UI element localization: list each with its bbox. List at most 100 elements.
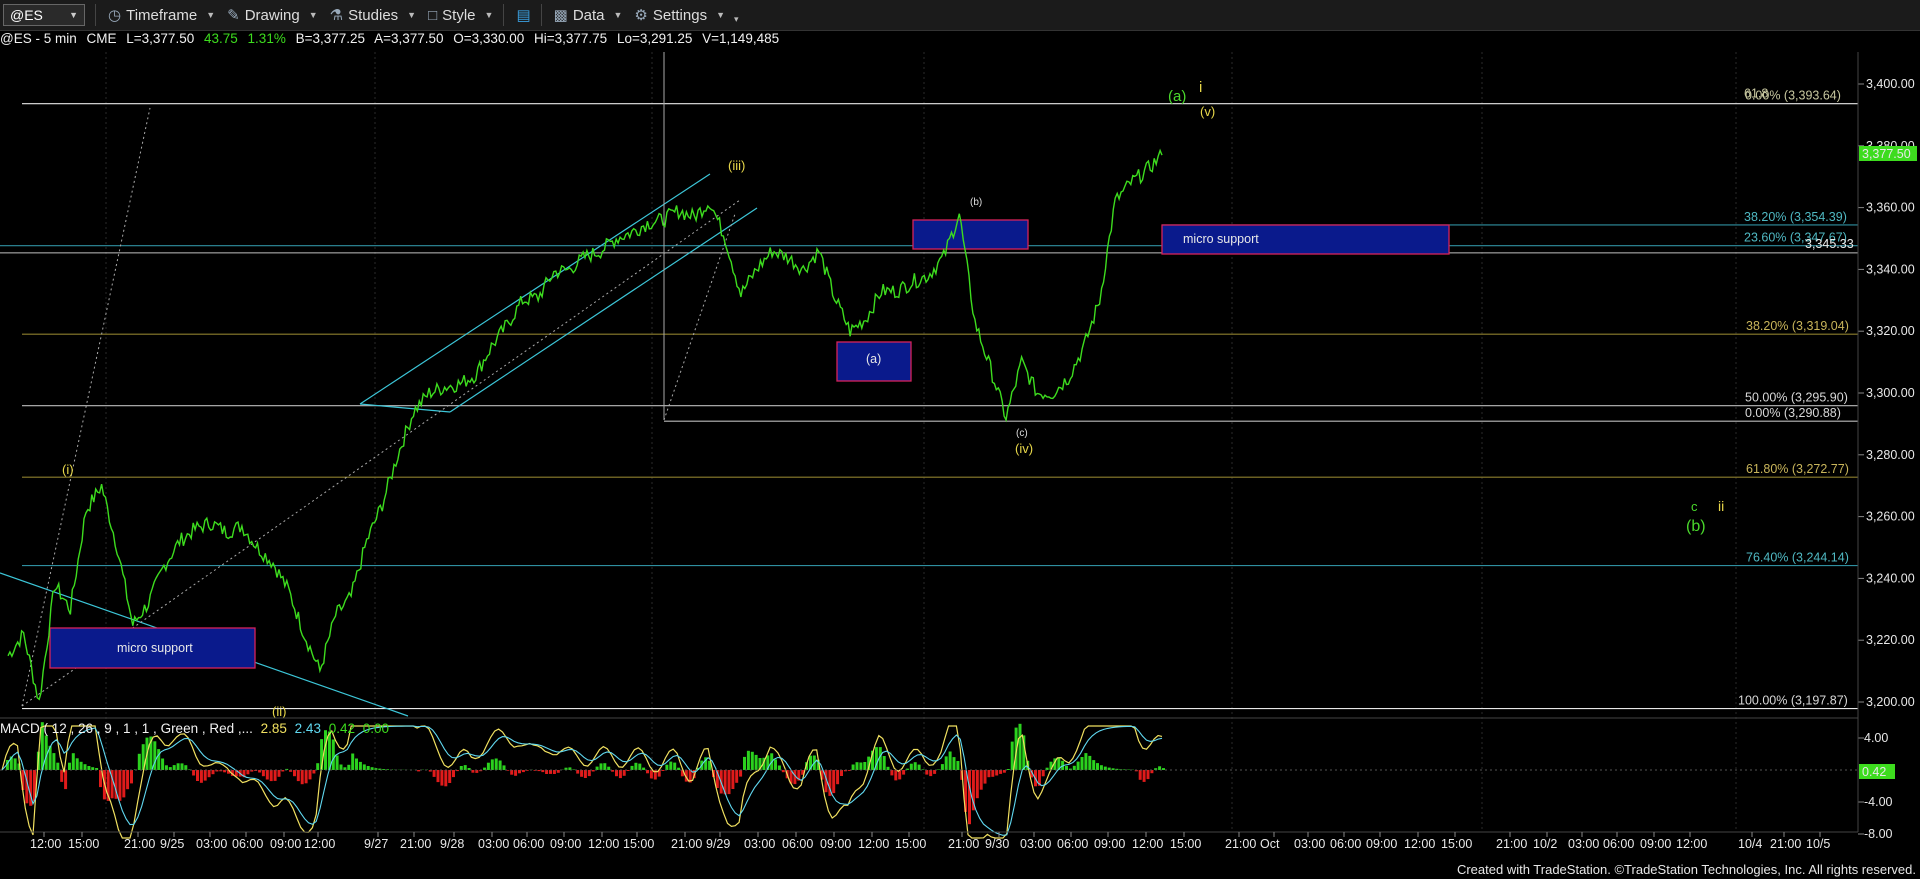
macd-histogram-bar — [615, 770, 618, 777]
macd-histogram-bar — [273, 770, 277, 781]
macd-histogram-bar — [840, 770, 843, 776]
x-tick-label: 03:00 — [1020, 837, 1051, 851]
macd-histogram-bar — [603, 763, 607, 770]
macd-histogram-bar — [498, 760, 502, 770]
macd-histogram-bar — [293, 770, 296, 777]
wave-label: (i) — [62, 462, 74, 477]
macd-current-tag-text: 0.42 — [1862, 765, 1886, 779]
x-tick-label: 12:00 — [30, 837, 61, 851]
micro-support-label-1: micro support — [117, 641, 193, 655]
macd-histogram-bar — [735, 770, 739, 783]
macd-histogram-bar — [743, 756, 746, 770]
wave-label: (b) — [1686, 518, 1706, 535]
macd-histogram-bar — [599, 763, 603, 770]
macd-histogram-bar — [347, 764, 351, 770]
macd-histogram-bar — [983, 770, 987, 784]
macd-histogram-bar — [618, 770, 622, 779]
x-tick-label: 9/27 — [364, 837, 388, 851]
macd-histogram-bar — [83, 764, 87, 770]
macd-histogram-bar — [576, 770, 580, 774]
y-tick-label: 3,400.00 — [1866, 77, 1915, 91]
macd-histogram-bar — [161, 758, 165, 770]
macd-histogram-bar — [727, 770, 731, 795]
macd-histogram-bar — [975, 770, 979, 799]
support-boxes: micro support micro support (a) — [49, 219, 1450, 669]
wave-label: (iii) — [728, 158, 745, 173]
fib-label: 38.20% (3,319.04) — [1746, 319, 1849, 333]
wave-label: (iv) — [1015, 441, 1033, 456]
x-tick-label: 12:00 — [588, 837, 619, 851]
macd-histogram-bar — [556, 770, 560, 773]
macd-histogram-bar — [514, 770, 518, 776]
x-tick-label: 12:00 — [1404, 837, 1435, 851]
price-chart[interactable]: 0.00% (3,393.64)61.838.20% (3,354.39)23.… — [0, 0, 1920, 879]
x-tick-label: 15:00 — [1170, 837, 1201, 851]
macd-histogram-bar — [968, 770, 971, 825]
macd-histogram-bar — [649, 770, 653, 779]
macd-histogram-bar — [665, 764, 669, 770]
wave-label: ii — [1718, 498, 1724, 514]
x-tick-label: 12:00 — [858, 837, 889, 851]
x-tick-label: 9/29 — [706, 837, 730, 851]
macd-histogram-bar — [246, 770, 250, 775]
macd-histogram-bar — [979, 770, 983, 790]
macd-histogram-bar — [1088, 755, 1092, 770]
fib-label: 50.00% (3,295.90) — [1745, 391, 1848, 405]
wave-b-box — [912, 219, 1029, 250]
macd-histogram-bar — [331, 739, 335, 770]
macd-histogram-bar — [521, 770, 525, 773]
other-price-tag-text: 3,345.33 — [1805, 237, 1854, 251]
x-tick-label: 10/2 — [1533, 837, 1557, 851]
macd-histogram-bar — [630, 765, 634, 770]
macd-histogram-bar — [1142, 770, 1146, 782]
x-tick-label: 06:00 — [232, 837, 263, 851]
macd-value-1: 2.85 — [260, 721, 287, 736]
macd-histogram-bar — [300, 770, 304, 785]
x-tick-label: 09:00 — [1094, 837, 1125, 851]
macd-histogram-bar — [296, 770, 300, 782]
macd-histogram-bar — [436, 770, 440, 783]
macd-histogram-bar — [940, 764, 944, 770]
macd-histogram-bar — [118, 770, 122, 801]
x-tick-label: 12:00 — [1132, 837, 1163, 851]
macd-histogram-bar — [537, 770, 541, 772]
macd-histogram-bar — [502, 765, 506, 770]
fib-label: 76.40% (3,244.14) — [1746, 551, 1849, 565]
fib-label: 61.80% (3,272.77) — [1746, 462, 1849, 476]
macd-histogram-bar — [909, 763, 913, 770]
x-tick-label: 09:00 — [820, 837, 851, 851]
x-tick-label: 03:00 — [744, 837, 775, 851]
macd-histogram-bar — [777, 765, 781, 770]
x-tick-label: 09:00 — [550, 837, 581, 851]
x-tick-label: 21:00 — [671, 837, 702, 851]
macd-histogram-bar — [444, 770, 448, 787]
last-price-tag-text: 3,377.50 — [1862, 147, 1911, 161]
macd-histogram-bar — [1084, 753, 1088, 770]
macd-histogram-bar — [265, 770, 269, 780]
macd-histogram-bar — [199, 770, 203, 783]
macd-histogram-bar — [486, 762, 490, 770]
x-tick-label: 03:00 — [478, 837, 509, 851]
chart-grid — [105, 52, 1737, 832]
macd-histogram-bar — [1072, 765, 1076, 770]
macd-histogram-bar — [52, 753, 56, 770]
macd-histogram-bar — [591, 770, 595, 772]
macd-histogram-bar — [87, 766, 91, 770]
macd-histogram-bar — [355, 758, 358, 770]
macd-histogram-bar — [995, 770, 999, 776]
macd-histogram-bar — [440, 770, 444, 786]
macd-histogram-bar — [890, 770, 894, 776]
macd-histogram-bar — [991, 770, 995, 777]
macd-histogram-bar — [180, 763, 184, 770]
trend-lines — [0, 52, 758, 717]
x-tick-label: 03:00 — [1568, 837, 1599, 851]
fib-levels: 0.00% (3,393.64)61.838.20% (3,354.39)23.… — [0, 87, 1858, 710]
micro-support-label-2: micro support — [1183, 232, 1259, 246]
macd-histogram-bar — [552, 770, 556, 774]
x-tick-label: 06:00 — [513, 837, 544, 851]
macd-histogram-bar — [490, 759, 494, 770]
macd-value-4: 0.00 — [362, 721, 390, 736]
macd-histogram-bar — [669, 761, 673, 770]
wave-label: (a) — [1168, 88, 1186, 105]
macd-histogram-bar — [855, 762, 859, 770]
